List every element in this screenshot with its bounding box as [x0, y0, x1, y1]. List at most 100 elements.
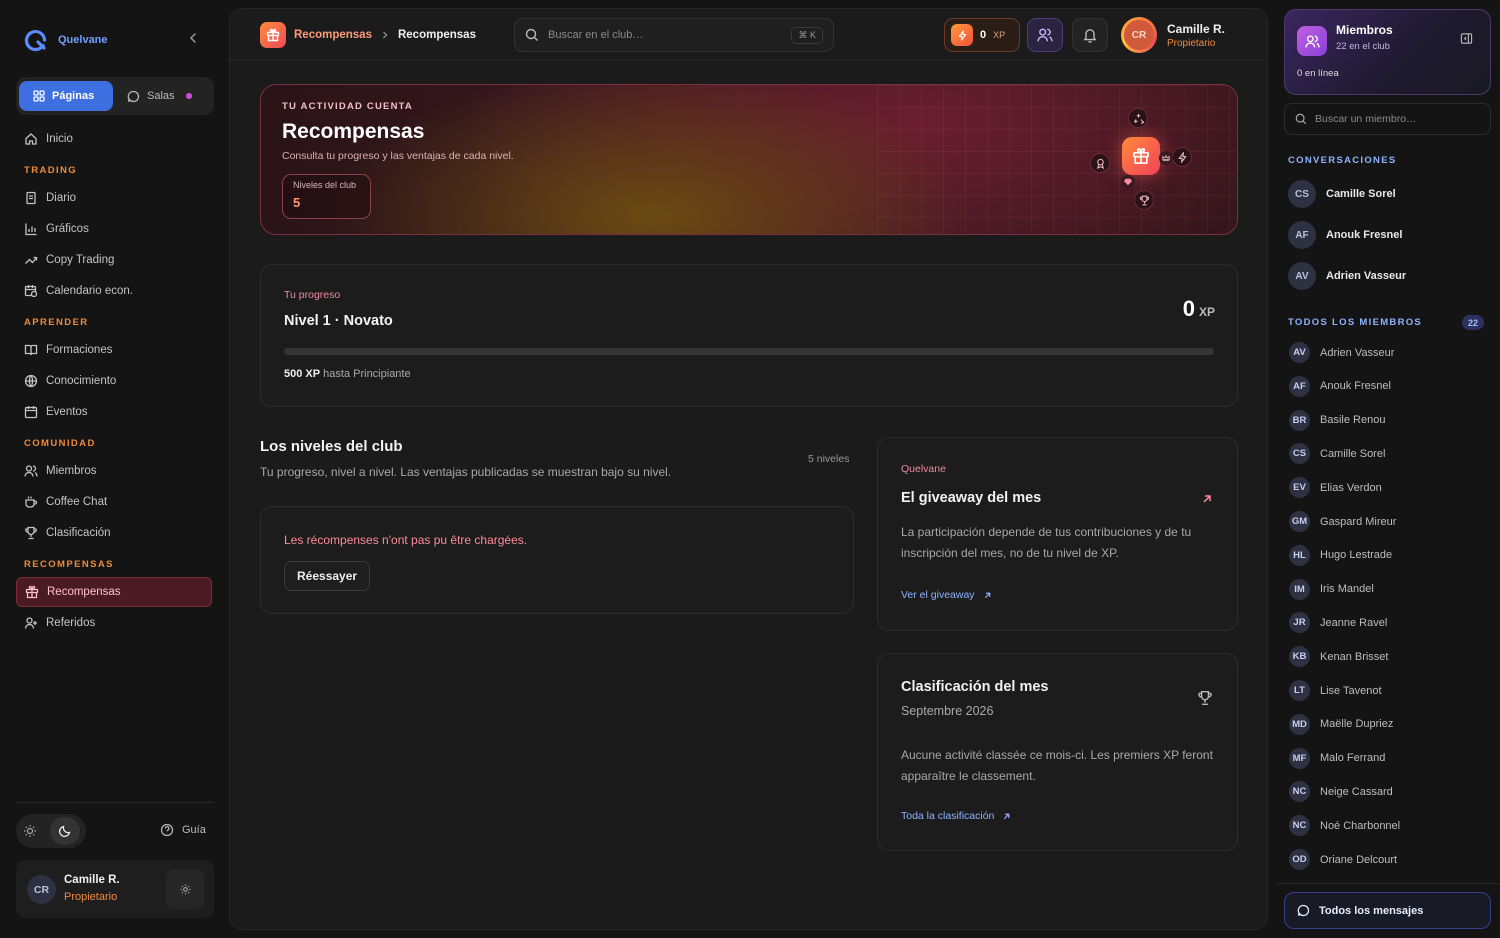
panel-toggle-icon[interactable] — [1460, 32, 1473, 45]
sun-icon[interactable] — [23, 824, 37, 838]
notifications-button[interactable] — [1072, 18, 1108, 52]
tab-pages[interactable]: Páginas — [19, 81, 113, 111]
member-name: Elias Verdon — [1320, 481, 1382, 494]
member-row[interactable]: GM Gaspard Mireur — [1289, 511, 1396, 532]
settings-button[interactable] — [166, 869, 204, 909]
retry-button[interactable]: Réessayer — [284, 561, 371, 591]
topbar: Recompensas Recompensas Buscar en el clu… — [230, 9, 1267, 61]
member-row[interactable]: IM Iris Mandel — [1289, 578, 1374, 600]
member-row[interactable]: AF Anouk Fresnel — [1289, 375, 1391, 397]
member-row[interactable]: AV Adrien Vasseur — [1289, 342, 1394, 363]
sidebar-item-coffee-chat[interactable]: Coffee Chat — [16, 487, 212, 517]
theme-toggle — [16, 814, 86, 848]
member-row[interactable]: OD Oriane Delcourt — [1289, 849, 1397, 870]
member-name: Malo Ferrand — [1320, 752, 1386, 765]
xp-unit: XP — [993, 30, 1006, 40]
xp-balance[interactable]: 0 XP — [944, 18, 1020, 52]
member-name: Gaspard Mireur — [1320, 515, 1397, 528]
trend-up-icon — [24, 253, 38, 267]
sidebar-item-events[interactable]: Eventos — [16, 397, 212, 427]
current-user-card[interactable]: CR Camille R. Propietario — [16, 860, 214, 918]
ranking-link[interactable]: Toda la clasificación — [901, 810, 1011, 822]
sidebar-item-referrals[interactable]: Referidos — [16, 608, 212, 638]
member-name: Maëlle Dupriez — [1320, 718, 1394, 731]
avatar: NC — [1289, 815, 1310, 837]
sidebar-item-calendar[interactable]: Calendario econ. — [16, 276, 212, 306]
member-name: Basile Renou — [1320, 414, 1386, 427]
avatar: CR — [1121, 17, 1157, 53]
gift-icon — [1122, 137, 1160, 175]
all-messages-button[interactable]: Todos los mensajes — [1284, 892, 1491, 929]
member-name: Lise Tavenot — [1320, 684, 1382, 697]
users-icon — [1297, 26, 1327, 56]
conversation-item[interactable]: CS Camille Sorel — [1288, 180, 1396, 208]
profile-name: Camille R. — [1167, 21, 1226, 36]
conversation-item[interactable]: AF Anouk Fresnel — [1288, 221, 1402, 249]
member-row[interactable]: NC Neige Cassard — [1289, 781, 1393, 803]
arrow-up-right-icon[interactable] — [1201, 493, 1213, 505]
sidebar-item-knowledge[interactable]: Conocimiento — [16, 366, 212, 396]
member-name: Kenan Brisset — [1320, 650, 1389, 663]
avatar: IM — [1289, 578, 1310, 600]
avatar: AV — [1289, 342, 1310, 363]
sidebar-item-charts[interactable]: Gráficos — [16, 214, 212, 244]
giveaway-link[interactable]: Ver el giveaway — [901, 589, 992, 601]
members-count-badge: 22 — [1462, 315, 1485, 330]
member-name: Oriane Delcourt — [1320, 853, 1398, 866]
member-row[interactable]: HL Hugo Lestrade — [1289, 544, 1392, 566]
ranking-period: Septembre 2026 — [901, 704, 994, 718]
arrow-up-right-icon — [1002, 812, 1011, 821]
sidebar-item-ranking[interactable]: Clasificación — [16, 518, 212, 548]
all-members-title: TODOS LOS MIEMBROS — [1288, 317, 1423, 328]
avatar: GM — [1289, 511, 1310, 532]
chevron-right-icon — [380, 30, 390, 40]
member-row[interactable]: KB Kenan Brisset — [1289, 646, 1389, 668]
breadcrumb-parent[interactable]: Recompensas — [294, 29, 372, 41]
calendar-clock-icon — [24, 284, 38, 298]
moon-icon[interactable] — [49, 817, 80, 845]
search-icon — [1295, 113, 1307, 125]
sidebar-item-journal[interactable]: Diario — [16, 183, 212, 213]
gear-icon — [179, 883, 192, 896]
tab-rooms[interactable]: Salas — [113, 81, 206, 111]
trophy-icon — [1197, 690, 1213, 706]
collapse-sidebar-icon[interactable] — [186, 31, 200, 45]
member-row[interactable]: JR Jeanne Ravel — [1289, 612, 1387, 634]
sidebar-item-members[interactable]: Miembros — [16, 456, 212, 486]
sidebar-item-home[interactable]: Inicio — [16, 124, 212, 154]
member-row[interactable]: MF Malo Ferrand — [1289, 747, 1386, 769]
giveaway-card[interactable]: Quelvane El giveaway del mes La particip… — [877, 437, 1238, 631]
member-row[interactable]: MD Maëlle Dupriez — [1289, 713, 1394, 735]
error-message: Les récompenses n'ont pas pu être chargé… — [284, 533, 528, 547]
unread-dot — [185, 93, 192, 99]
avatar: HL — [1289, 544, 1310, 566]
member-search-input[interactable]: Buscar un miembro… — [1284, 103, 1491, 135]
avatar: NC — [1289, 781, 1310, 803]
users-icon — [1037, 27, 1053, 43]
sidebar-item-copy-trading[interactable]: Copy Trading — [16, 245, 212, 275]
brand[interactable]: Quelvane — [24, 28, 108, 52]
brand-name: Quelvane — [58, 34, 108, 46]
search-input[interactable]: Buscar en el club… ⌘ K — [514, 18, 834, 52]
logo-icon — [24, 28, 48, 52]
member-row[interactable]: NC Noé Charbonnel — [1289, 815, 1400, 837]
xp-total: 0 XP — [1182, 296, 1215, 321]
book-open-icon — [24, 343, 38, 357]
member-row[interactable]: BR Basile Renou — [1289, 409, 1386, 431]
member-name: Iris Mandel — [1320, 583, 1374, 596]
sidebar-item-rewards[interactable]: Recompensas — [16, 577, 212, 607]
progress-label: Tu progreso — [284, 289, 341, 301]
conversation-item[interactable]: AV Adrien Vasseur — [1288, 262, 1406, 290]
member-row[interactable]: CS Camille Sorel — [1289, 443, 1385, 465]
member-row[interactable]: EV Elias Verdon — [1289, 477, 1382, 499]
member-row[interactable]: LT Lise Tavenot — [1289, 680, 1382, 701]
giveaway-kicker: Quelvane — [901, 463, 946, 475]
users-icon — [24, 464, 38, 478]
guide-button[interactable]: Guía — [160, 823, 206, 837]
member-name: Anouk Fresnel — [1320, 380, 1391, 393]
sidebar-item-courses[interactable]: Formaciones — [16, 335, 212, 365]
members-panel-button[interactable] — [1027, 18, 1063, 52]
chat-bubble-icon — [1297, 904, 1310, 917]
profile-menu[interactable]: CR Camille R. Propietario — [1121, 17, 1225, 53]
avatar: AV — [1288, 262, 1316, 290]
